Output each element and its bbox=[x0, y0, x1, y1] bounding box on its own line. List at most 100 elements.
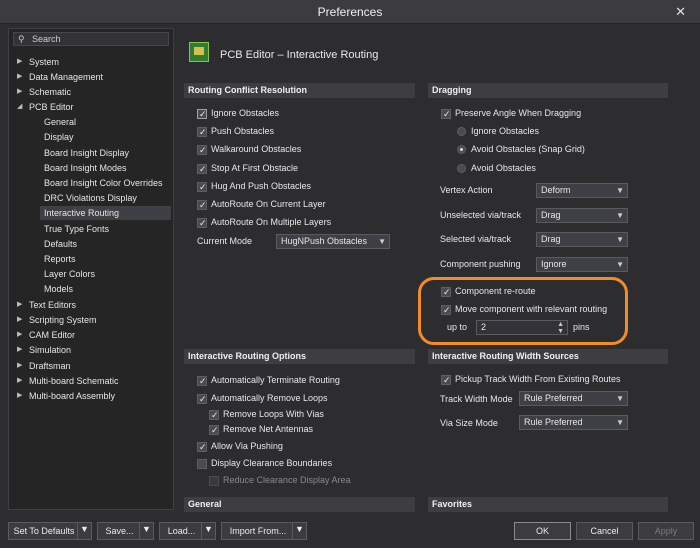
current-mode-dropdown[interactable]: HugNPush Obstacles ▼ bbox=[276, 234, 390, 249]
via-size-mode-label: Via Size Mode bbox=[440, 418, 498, 428]
checkbox-box[interactable] bbox=[197, 144, 207, 157]
sidebar: ⚲ Search ▶ System ▶ Data Management ▶ Sc… bbox=[8, 28, 174, 510]
checkbox-box[interactable] bbox=[197, 441, 207, 454]
save-button[interactable]: Save... ▼ bbox=[97, 522, 154, 540]
sidebar-item-multi-board-assembly[interactable]: ▶ Multi-board Assembly bbox=[17, 389, 167, 403]
expand-arrow-icon[interactable]: ▶ bbox=[17, 85, 25, 99]
sidebar-item-display[interactable]: Display bbox=[44, 130, 169, 144]
sidebar-item-board-insight-modes[interactable]: Board Insight Modes bbox=[44, 161, 169, 175]
sidebar-item-label: Board Insight Color Overrides bbox=[44, 178, 163, 188]
dropdown-value: Drag bbox=[541, 210, 561, 220]
checkbox-box[interactable] bbox=[441, 374, 451, 387]
apply-button[interactable]: Apply bbox=[638, 522, 694, 540]
sidebar-item-label: Reports bbox=[44, 254, 76, 264]
checkbox-box[interactable] bbox=[197, 126, 207, 139]
checkbox-label: Ignore Obstacles bbox=[211, 108, 280, 118]
vertex-action-dropdown[interactable]: Deform ▼ bbox=[536, 183, 628, 198]
sidebar-item-text-editors[interactable]: ▶ Text Editors bbox=[17, 298, 167, 312]
sidebar-item-interactive-routing[interactable]: Interactive Routing bbox=[40, 206, 171, 220]
checkbox-box[interactable] bbox=[209, 409, 219, 422]
chevron-down-icon[interactable]: ▼ bbox=[292, 523, 306, 539]
track-width-mode-dropdown[interactable]: Rule Preferred ▼ bbox=[519, 391, 628, 406]
checkbox-label: Remove Loops With Vias bbox=[223, 409, 324, 419]
checkbox-label: Allow Via Pushing bbox=[211, 441, 283, 451]
checkbox-box[interactable] bbox=[197, 163, 207, 176]
radio-dot[interactable] bbox=[457, 145, 466, 154]
expand-arrow-icon[interactable]: ▶ bbox=[17, 389, 25, 403]
unselected-via-dropdown[interactable]: Drag ▼ bbox=[536, 208, 628, 223]
sidebar-item-label: Board Insight Display bbox=[44, 148, 130, 158]
expand-arrow-icon[interactable]: ▶ bbox=[17, 55, 25, 69]
set-to-defaults-button[interactable]: Set To Defaults ▼ bbox=[8, 522, 92, 540]
expand-arrow-icon[interactable]: ▶ bbox=[17, 343, 25, 357]
checkbox-box[interactable] bbox=[197, 375, 207, 388]
sidebar-item-drc-violations-display[interactable]: DRC Violations Display bbox=[44, 191, 169, 205]
chevron-down-icon: ▼ bbox=[616, 260, 624, 269]
checkbox-box[interactable] bbox=[197, 181, 207, 194]
import-from-button[interactable]: Import From... ▼ bbox=[221, 522, 307, 540]
checkbox-box[interactable] bbox=[197, 108, 207, 121]
expand-arrow-icon[interactable]: ▶ bbox=[17, 70, 25, 84]
chevron-down-icon[interactable]: ▼ bbox=[201, 523, 215, 539]
sidebar-item-reports[interactable]: Reports bbox=[44, 252, 169, 266]
unselected-via-label: Unselected via/track bbox=[440, 210, 522, 220]
sidebar-item-label: Draftsman bbox=[29, 361, 71, 371]
expand-arrow-icon[interactable]: ▶ bbox=[17, 298, 25, 312]
sidebar-item-simulation[interactable]: ▶ Simulation bbox=[17, 343, 167, 357]
favorites-header: Favorites bbox=[428, 497, 668, 512]
cancel-button[interactable]: Cancel bbox=[576, 522, 633, 540]
collapse-arrow-icon[interactable]: ◢ bbox=[17, 100, 25, 114]
chevron-down-icon: ▼ bbox=[616, 394, 624, 403]
sidebar-item-pcb-editor[interactable]: ◢ PCB Editor bbox=[17, 100, 167, 114]
sidebar-item-label: Layer Colors bbox=[44, 269, 96, 279]
close-icon[interactable]: ✕ bbox=[675, 4, 686, 20]
ok-button[interactable]: OK bbox=[514, 522, 571, 540]
radio-dot[interactable] bbox=[457, 127, 466, 136]
sidebar-item-models[interactable]: Models bbox=[44, 282, 169, 296]
checkbox-box[interactable] bbox=[197, 459, 207, 469]
expand-arrow-icon[interactable]: ▶ bbox=[17, 328, 25, 342]
sidebar-item-multi-board-schematic[interactable]: ▶ Multi-board Schematic bbox=[17, 374, 167, 388]
sidebar-item-label: Interactive Routing bbox=[44, 208, 120, 218]
expand-arrow-icon[interactable]: ▶ bbox=[17, 359, 25, 373]
checkbox-box[interactable] bbox=[441, 108, 451, 121]
sidebar-item-cam-editor[interactable]: ▶ CAM Editor bbox=[17, 328, 167, 342]
sidebar-item-schematic[interactable]: ▶ Schematic bbox=[17, 85, 167, 99]
checkbox-box[interactable] bbox=[197, 199, 207, 212]
dropdown-value: Rule Preferred bbox=[524, 417, 583, 427]
search-input[interactable]: ⚲ Search bbox=[13, 32, 169, 46]
chevron-down-icon: ▼ bbox=[616, 235, 624, 244]
chevron-down-icon[interactable]: ▼ bbox=[77, 523, 91, 539]
sidebar-item-true-type-fonts[interactable]: True Type Fonts bbox=[44, 222, 169, 236]
sidebar-item-defaults[interactable]: Defaults bbox=[44, 237, 169, 251]
sidebar-item-system[interactable]: ▶ System bbox=[17, 55, 167, 69]
expand-arrow-icon[interactable]: ▶ bbox=[17, 374, 25, 388]
checkbox-label: Walkaround Obstacles bbox=[211, 144, 302, 154]
expand-arrow-icon[interactable]: ▶ bbox=[17, 313, 25, 327]
checkbox-box[interactable] bbox=[197, 393, 207, 406]
sidebar-item-board-insight-color-overrides[interactable]: Board Insight Color Overrides bbox=[44, 176, 169, 190]
dropdown-value: Drag bbox=[541, 234, 561, 244]
selected-via-dropdown[interactable]: Drag ▼ bbox=[536, 232, 628, 247]
component-pushing-dropdown[interactable]: Ignore ▼ bbox=[536, 257, 628, 272]
load-button[interactable]: Load... ▼ bbox=[159, 522, 216, 540]
sidebar-item-general[interactable]: General bbox=[44, 115, 169, 129]
checkbox-box[interactable] bbox=[209, 424, 219, 437]
sidebar-item-layer-colors[interactable]: Layer Colors bbox=[44, 267, 169, 281]
radio-dot[interactable] bbox=[457, 164, 466, 173]
checkbox-label: AutoRoute On Current Layer bbox=[211, 199, 326, 209]
chevron-down-icon: ▼ bbox=[378, 237, 386, 246]
sidebar-item-scripting-system[interactable]: ▶ Scripting System bbox=[17, 313, 167, 327]
sidebar-item-label: CAM Editor bbox=[29, 330, 76, 340]
radio-label: Ignore Obstacles bbox=[471, 126, 540, 136]
chevron-down-icon[interactable]: ▼ bbox=[139, 523, 153, 539]
sidebar-item-data-management[interactable]: ▶ Data Management bbox=[17, 70, 167, 84]
checkbox-box[interactable] bbox=[197, 217, 207, 230]
sidebar-item-board-insight-display[interactable]: Board Insight Display bbox=[44, 146, 169, 160]
via-size-mode-dropdown[interactable]: Rule Preferred ▼ bbox=[519, 415, 628, 430]
sidebar-item-draftsman[interactable]: ▶ Draftsman bbox=[17, 359, 167, 373]
checkbox-box[interactable] bbox=[209, 476, 219, 486]
sidebar-item-label: Board Insight Modes bbox=[44, 163, 127, 173]
title-bar: Preferences ✕ bbox=[0, 0, 700, 24]
chevron-down-icon: ▼ bbox=[616, 186, 624, 195]
